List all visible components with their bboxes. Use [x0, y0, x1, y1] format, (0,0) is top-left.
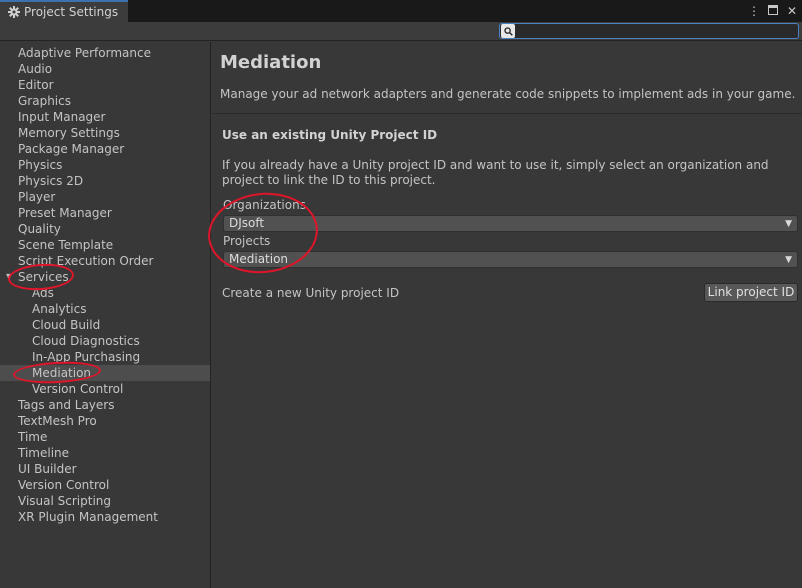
search-box[interactable] [499, 23, 799, 39]
sidebar-item-label: Ads [32, 286, 54, 300]
section-description: If you already have a Unity project ID a… [222, 158, 769, 187]
sidebar-item-label: Timeline [18, 446, 70, 460]
settings-sidebar: Adaptive Performance Audio Editor Graphi… [0, 42, 211, 588]
sidebar-item-preset-manager[interactable]: Preset Manager [0, 205, 210, 221]
search-input[interactable] [515, 24, 798, 38]
sidebar-item-timeline[interactable]: Timeline [0, 445, 210, 461]
sidebar-item-script-execution-order[interactable]: Script Execution Order [0, 253, 210, 269]
sidebar-item-analytics[interactable]: Analytics [0, 301, 210, 317]
sidebar-item-version-control[interactable]: Version Control [0, 477, 210, 493]
sidebar-item-visual-scripting[interactable]: Visual Scripting [0, 493, 210, 509]
projects-value: Mediation [229, 252, 289, 266]
sidebar-item-label: Player [18, 190, 56, 204]
sidebar-item-ui-builder[interactable]: UI Builder [0, 461, 210, 477]
sidebar-item-label: Version Control [32, 382, 124, 396]
settings-main-panel: Mediation Manage your ad network adapter… [212, 42, 802, 588]
sidebar-item-label: Editor [18, 78, 54, 92]
sidebar-item-physics[interactable]: Physics [0, 157, 210, 173]
divider [212, 113, 802, 114]
sidebar-item-label: Version Control [18, 478, 110, 492]
sidebar-item-memory-settings[interactable]: Memory Settings [0, 125, 210, 141]
link-project-id-button[interactable]: Link project ID [704, 283, 798, 302]
sidebar-item-label: Script Execution Order [18, 254, 154, 268]
sidebar-item-label: Quality [18, 222, 61, 236]
sidebar-item-label: Services [18, 270, 69, 284]
dropdown-arrow-icon: ▼ [785, 255, 792, 265]
window-controls: ⋮ ✕ [748, 2, 798, 20]
sidebar-item-services[interactable]: ▼ Services [0, 269, 210, 285]
sidebar-item-input-manager[interactable]: Input Manager [0, 109, 210, 125]
sidebar-item-label: Mediation [32, 366, 92, 380]
dropdown-arrow-icon: ▼ [785, 219, 792, 229]
create-project-id-label: Create a new Unity project ID [222, 286, 400, 300]
window-title: Project Settings [24, 5, 119, 19]
sidebar-item-ads[interactable]: Ads [0, 285, 210, 301]
page-description: Manage your ad network adapters and gene… [220, 87, 796, 101]
sidebar-item-package-manager[interactable]: Package Manager [0, 141, 210, 157]
sidebar-item-physics-2d[interactable]: Physics 2D [0, 173, 210, 189]
sidebar-item-label: Cloud Diagnostics [32, 334, 140, 348]
sidebar-item-textmesh-pro[interactable]: TextMesh Pro [0, 413, 210, 429]
sidebar-item-label: Scene Template [18, 238, 114, 252]
fold-arrow-expanded-icon[interactable]: ▼ [6, 269, 12, 285]
sidebar-item-label: Physics 2D [18, 174, 84, 188]
sidebar-item-label: TextMesh Pro [18, 414, 97, 428]
sidebar-item-label: Cloud Build [32, 318, 101, 332]
sidebar-item-editor[interactable]: Editor [0, 77, 210, 93]
sidebar-item-tags-and-layers[interactable]: Tags and Layers [0, 397, 210, 413]
sidebar-item-player[interactable]: Player [0, 189, 210, 205]
sidebar-item-time[interactable]: Time [0, 429, 210, 445]
sidebar-item-quality[interactable]: Quality [0, 221, 210, 237]
kebab-menu-icon[interactable]: ⋮ [748, 2, 760, 20]
sidebar-item-label: Physics [18, 158, 63, 172]
sidebar-item-label: Audio [18, 62, 53, 76]
sidebar-item-cloud-diagnostics[interactable]: Cloud Diagnostics [0, 333, 210, 349]
sidebar-item-label: Visual Scripting [18, 494, 111, 508]
sidebar-item-label: Graphics [18, 94, 71, 108]
settings-toolbar [0, 22, 802, 41]
gear-icon [8, 6, 20, 18]
organizations-value: DJsoft [229, 216, 265, 230]
projects-label: Projects [223, 234, 271, 248]
sidebar-item-label: UI Builder [18, 462, 77, 476]
page-title: Mediation [220, 52, 322, 73]
sidebar-item-audio[interactable]: Audio [0, 61, 210, 77]
close-icon[interactable]: ✕ [786, 2, 798, 20]
sidebar-item-label: Memory Settings [18, 126, 120, 140]
sidebar-item-adaptive-performance[interactable]: Adaptive Performance [0, 45, 210, 61]
sidebar-item-services-version-control[interactable]: Version Control [0, 381, 210, 397]
sidebar-item-label: Package Manager [18, 142, 125, 156]
sidebar-item-label: Analytics [32, 302, 87, 316]
sidebar-item-scene-template[interactable]: Scene Template [0, 237, 210, 253]
sidebar-item-label: Input Manager [18, 110, 106, 124]
search-icon [501, 24, 515, 38]
organizations-dropdown[interactable]: DJsoft ▼ [223, 215, 798, 232]
sidebar-item-cloud-build[interactable]: Cloud Build [0, 317, 210, 333]
sidebar-item-label: Time [18, 430, 48, 444]
sidebar-item-label: XR Plugin Management [18, 510, 158, 524]
sidebar-item-graphics[interactable]: Graphics [0, 93, 210, 109]
sidebar-item-in-app-purchasing[interactable]: In-App Purchasing [0, 349, 210, 365]
section-title: Use an existing Unity Project ID [222, 128, 438, 142]
sidebar-item-label: In-App Purchasing [32, 350, 141, 364]
projects-dropdown[interactable]: Mediation ▼ [223, 251, 798, 268]
window-tab-bar: Project Settings ⋮ ✕ [0, 0, 802, 22]
sidebar-item-label: Tags and Layers [18, 398, 115, 412]
sidebar-item-label: Adaptive Performance [18, 46, 151, 60]
organizations-label: Organizations [223, 198, 306, 212]
project-settings-tab[interactable]: Project Settings [0, 0, 128, 22]
sidebar-item-xr-plugin-management[interactable]: XR Plugin Management [0, 509, 210, 525]
sidebar-item-label: Preset Manager [18, 206, 112, 220]
maximize-icon[interactable] [767, 2, 779, 20]
sidebar-item-mediation[interactable]: Mediation [0, 365, 210, 381]
